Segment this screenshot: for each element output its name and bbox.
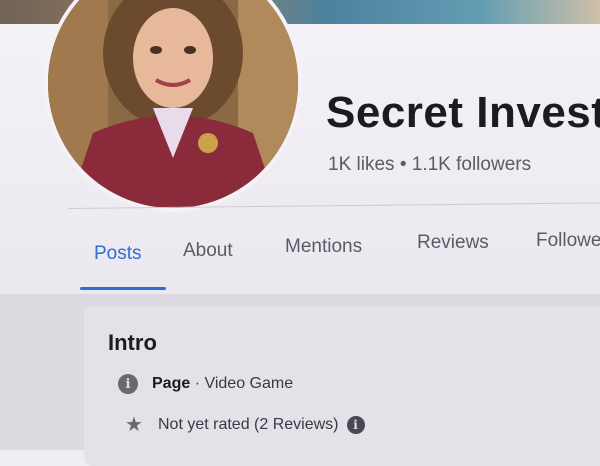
- stats-separator: •: [399, 154, 407, 175]
- rating-info-icon[interactable]: i: [346, 416, 365, 434]
- star-icon: ★: [125, 414, 143, 436]
- rating-text[interactable]: Not yet rated (2 Reviews): [158, 416, 339, 434]
- category-label: Page: [152, 375, 191, 392]
- category-separator: ·: [190, 375, 205, 392]
- intro-title: Intro: [108, 330, 157, 355]
- intro-category-row: i Page · Video Game: [118, 374, 293, 394]
- followers-count[interactable]: 1.1K followers: [412, 154, 531, 175]
- profile-avatar[interactable]: [44, 0, 302, 212]
- tab-about[interactable]: About: [183, 240, 233, 262]
- page-title: Secret Invest: [326, 88, 600, 137]
- active-tab-indicator: [80, 287, 166, 290]
- tab-followers[interactable]: Followe: [536, 230, 600, 252]
- page-tabs: Posts About Mentions Reviews Followe: [80, 228, 600, 290]
- info-icon: i: [118, 374, 138, 394]
- tab-mentions[interactable]: Mentions: [285, 236, 362, 258]
- likes-count[interactable]: 1K likes: [328, 154, 395, 175]
- category-text: Page · Video Game: [152, 375, 293, 393]
- avatar-illustration: [48, 0, 298, 208]
- tab-reviews[interactable]: Reviews: [417, 232, 489, 254]
- tab-posts[interactable]: Posts: [94, 243, 142, 265]
- intro-rating-row: ★ Not yet rated (2 Reviews) i: [124, 415, 365, 435]
- category-value[interactable]: Video Game: [204, 375, 293, 392]
- page-stats: 1K likes • 1.1K followers: [328, 154, 531, 176]
